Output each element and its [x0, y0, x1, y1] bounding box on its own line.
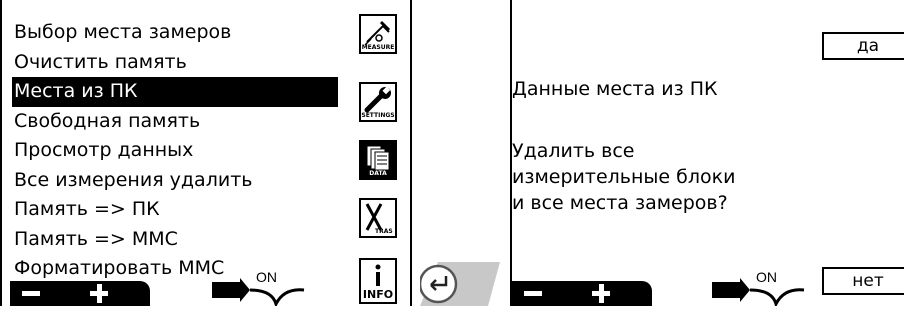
data-button[interactable]: DATA: [359, 140, 397, 180]
no-button[interactable]: нет: [822, 267, 904, 295]
power-on-label: ON: [256, 269, 277, 285]
main-menu: Выбор места замеров Очистить память Мест…: [12, 18, 338, 284]
info-caption: INFO: [362, 288, 394, 301]
measure-button[interactable]: MEASURE: [359, 14, 397, 54]
side-icon-column: MEASURE SETTINGS DATA TRAS INFO: [354, 0, 404, 306]
info-icon: [375, 264, 381, 286]
enter-key[interactable]: [418, 262, 500, 306]
dialog-title: Данные места из ПК: [512, 78, 718, 100]
menu-item-memory-to-pc[interactable]: Память => ПК: [12, 195, 338, 225]
data-caption: DATA: [369, 170, 387, 177]
question-line-1: Удалить все: [512, 140, 635, 162]
menu-item-locations-from-pc[interactable]: Места из ПК: [12, 77, 338, 107]
menu-item-free-memory[interactable]: Свободная память: [12, 107, 338, 137]
menu-item-memory-to-mmc[interactable]: Память => MMC: [12, 225, 338, 255]
menu-item-view-data[interactable]: Просмотр данных: [12, 136, 338, 166]
xtras-caption: TRAS: [375, 228, 393, 235]
right-screen: да Данные места из ПК Удалить все измери…: [510, 0, 904, 309]
question-line-2: измерительные блоки: [512, 166, 736, 188]
settings-caption: SETTINGS: [361, 112, 395, 119]
menu-item-clear-memory[interactable]: Очистить память: [12, 48, 338, 78]
minus-icon: [524, 291, 542, 296]
question-line-3: и все места замеров?: [512, 192, 728, 214]
menu-item-select-location[interactable]: Выбор места замеров: [12, 18, 338, 48]
enter-icon: [418, 262, 500, 306]
power-plug-icon[interactable]: ON: [212, 260, 324, 309]
measure-caption: MEASURE: [361, 44, 395, 51]
yes-button[interactable]: да: [822, 32, 904, 60]
minus-plus-key[interactable]: [10, 281, 150, 306]
xtras-button[interactable]: TRAS: [359, 198, 397, 238]
settings-button[interactable]: SETTINGS: [359, 82, 397, 122]
dialog-question: Удалить все измерительные блоки и все ме…: [512, 138, 735, 216]
minus-plus-key-right[interactable]: [512, 281, 652, 306]
left-screen: Выбор места замеров Очистить память Мест…: [0, 0, 412, 309]
info-button[interactable]: INFO: [359, 258, 397, 304]
power-plug-icon-right[interactable]: ON: [712, 260, 824, 309]
minus-icon: [22, 291, 40, 296]
power-on-label-right: ON: [756, 269, 777, 285]
menu-item-delete-all-measurements[interactable]: Все измерения удалить: [12, 166, 338, 196]
